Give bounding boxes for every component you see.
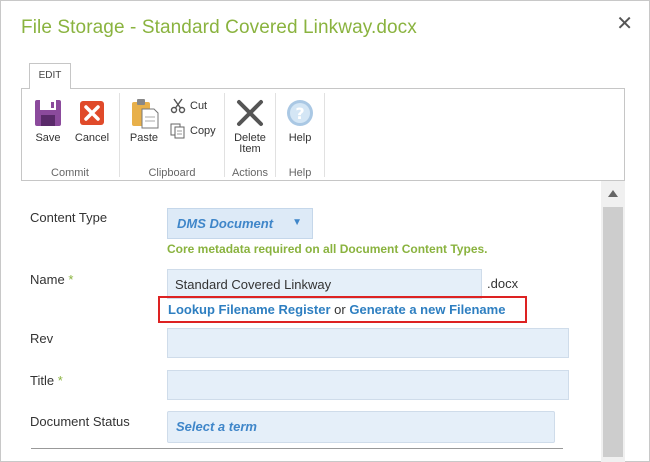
title-label: Title * [30,373,63,388]
cancel-icon [80,101,104,125]
name-input[interactable]: Standard Covered Linkway [167,269,482,299]
content-type-value: DMS Document [177,216,274,231]
copy-icon [170,123,185,139]
rev-label: Rev [30,331,54,346]
copy-button[interactable]: Copy [170,123,216,139]
ribbon-group-clipboard: Paste Cut Copy Clipboard [120,93,224,179]
save-button[interactable]: Save [28,97,68,144]
document-status-term-picker[interactable]: Select a term [167,411,555,443]
lookup-filename-register-link[interactable]: Lookup Filename Register [168,302,331,317]
content-type-hint: Core metadata required on all Document C… [167,242,488,256]
help-button[interactable]: ? Help [280,97,320,144]
triangle-down-icon: ▼ [292,217,302,228]
delete-item-button[interactable]: Delete Item [230,97,270,155]
or-text: or [334,302,346,317]
paste-label: Paste [129,132,159,144]
group-label-commit: Commit [51,167,89,179]
save-icon [35,100,61,126]
filename-links-highlight: Lookup Filename Register or Generate a n… [158,296,527,323]
file-extension: .docx [487,276,519,291]
dialog-title: File Storage - Standard Covered Linkway.… [21,17,417,38]
help-label: Help [288,132,312,144]
paste-icon [132,99,159,129]
tab-edit[interactable]: EDIT [29,63,71,89]
delete-icon [237,100,263,126]
divider [31,448,563,449]
content-type-label: Content Type [30,210,108,225]
svg-text:?: ? [295,104,304,123]
close-icon[interactable]: ✕ [616,11,633,36]
save-label: Save [35,132,61,144]
content-type-select[interactable]: DMS Document ▼ [167,208,313,239]
vertical-scrollbar[interactable] [601,181,625,462]
help-icon: ? [287,100,313,126]
document-status-label: Document Status [30,414,130,429]
scroll-up-button[interactable] [601,181,625,205]
ribbon-divider [324,93,325,177]
copy-label: Copy [190,125,216,137]
group-label-help: Help [288,167,312,179]
ribbon-group-commit: Save Cancel Commit [22,93,118,179]
title-input[interactable] [167,370,569,400]
scroll-thumb[interactable] [603,207,623,457]
cut-label: Cut [190,100,208,112]
delete-label-line2: Item [239,143,261,155]
required-marker: * [68,272,74,287]
cancel-label: Cancel [74,132,110,144]
rev-input[interactable] [167,328,569,358]
group-label-actions: Actions [231,167,269,179]
name-label-text: Name [30,272,65,287]
required-marker: * [57,373,63,388]
group-label-clipboard: Clipboard [148,167,196,179]
cancel-button[interactable]: Cancel [72,97,112,144]
scissors-icon [170,98,186,114]
triangle-up-icon [608,189,618,197]
cut-button[interactable]: Cut [170,98,207,114]
title-label-text: Title [30,373,55,388]
generate-filename-link[interactable]: Generate a new Filename [349,302,505,317]
file-storage-dialog: File Storage - Standard Covered Linkway.… [0,0,650,462]
ribbon-toolbar: Save Cancel Commit Paste Cut Copy Clipbo… [21,88,625,181]
ribbon-group-actions: Delete Item Actions [225,93,275,179]
name-label: Name * [30,272,73,287]
paste-button[interactable]: Paste [124,97,164,144]
ribbon-group-help: ? Help Help [276,93,324,179]
